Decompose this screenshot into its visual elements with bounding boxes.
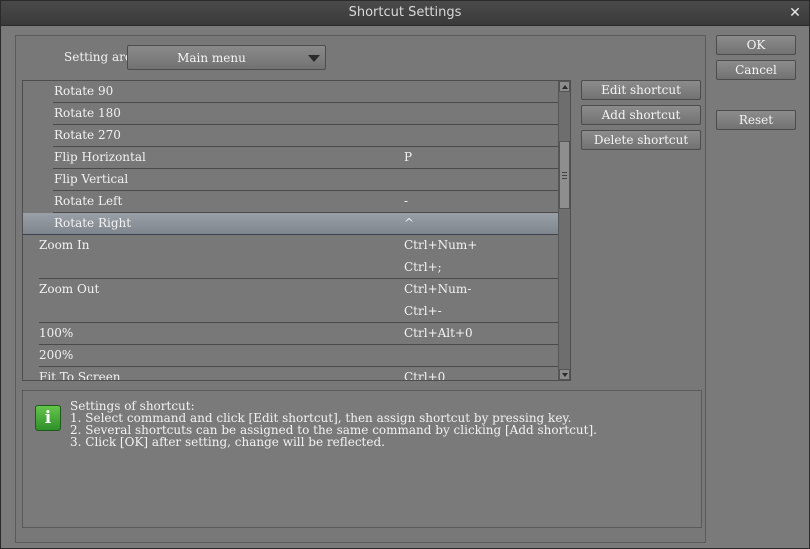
shortcut-list[interactable]: Rotate 90 Rotate 180 Rotate 270 Flip Horizo…: [22, 80, 571, 381]
setting-area-value: Main menu: [177, 51, 246, 65]
close-icon[interactable]: ✕: [787, 5, 803, 21]
table-row[interactable]: Ctrl+-: [23, 301, 559, 323]
table-row[interactable]: Flip Vertical: [23, 169, 559, 191]
shortcut-key: -: [404, 194, 409, 208]
delete-shortcut-button[interactable]: Delete shortcut: [581, 130, 701, 150]
title-bar[interactable]: Shortcut Settings ✕: [1, 1, 809, 26]
shortcut-settings-dialog: Shortcut Settings ✕ Setting area: Main m…: [0, 0, 810, 549]
scroll-down-button[interactable]: [559, 369, 570, 380]
scroll-up-button[interactable]: [559, 81, 570, 92]
table-row[interactable]: Rotate 90: [23, 81, 559, 103]
table-row[interactable]: 200%: [23, 345, 559, 367]
table-row[interactable]: Rotate Left -: [23, 191, 559, 213]
ok-button[interactable]: OK: [716, 35, 796, 55]
info-panel: i Settings of shortcut: 1. Select comman…: [22, 390, 702, 528]
dialog-title: Shortcut Settings: [348, 5, 462, 20]
info-icon: i: [35, 405, 61, 431]
table-row[interactable]: Fit To Screen Ctrl+0: [23, 367, 559, 381]
shortcut-key: Ctrl+Alt+0: [404, 326, 473, 340]
shortcut-key: ^: [404, 216, 415, 230]
shortcut-key: Ctrl+0: [404, 370, 446, 381]
reset-button[interactable]: Reset: [716, 110, 796, 130]
shortcut-key: P: [404, 150, 413, 164]
command-name: Flip Vertical: [54, 172, 129, 186]
shortcut-rows: Rotate 90 Rotate 180 Rotate 270 Flip Horizo…: [23, 81, 559, 381]
table-row[interactable]: Rotate 270: [23, 125, 559, 147]
shortcut-key: Ctrl+Num-: [404, 282, 472, 296]
command-name: Zoom Out: [39, 282, 100, 296]
command-name: Rotate 270: [54, 128, 121, 142]
edit-shortcut-button[interactable]: Edit shortcut: [581, 80, 701, 100]
shortcut-key: Ctrl+Num+: [404, 238, 478, 252]
vertical-scrollbar[interactable]: [558, 81, 570, 380]
table-row[interactable]: Zoom In Ctrl+Num+: [23, 235, 559, 257]
table-row[interactable]: Zoom Out Ctrl+Num-: [23, 279, 559, 301]
command-name: Rotate Right: [54, 216, 132, 230]
add-shortcut-button[interactable]: Add shortcut: [581, 105, 701, 125]
command-name: 200%: [39, 348, 74, 362]
arrow-up-icon: [562, 85, 568, 89]
table-row[interactable]: Rotate 180: [23, 103, 559, 125]
command-name: Rotate Left: [54, 194, 123, 208]
command-name: Zoom In: [39, 238, 90, 252]
arrow-down-icon: [562, 373, 568, 377]
cancel-button[interactable]: Cancel: [716, 60, 796, 80]
setting-area-dropdown[interactable]: Main menu: [127, 45, 326, 70]
table-row[interactable]: 100% Ctrl+Alt+0: [23, 323, 559, 345]
command-name: Rotate 90: [54, 84, 114, 98]
table-row-selected[interactable]: Rotate Right ^: [23, 213, 559, 235]
grip-icon: [562, 172, 567, 179]
info-text: Settings of shortcut: 1. Select command …: [70, 400, 597, 448]
scroll-thumb[interactable]: [559, 141, 570, 209]
command-name: Rotate 180: [54, 106, 121, 120]
command-name: Flip Horizontal: [54, 150, 146, 164]
info-line-3: 3. Click [OK] after setting, change will…: [70, 435, 385, 449]
shortcut-key: Ctrl+-: [404, 304, 442, 318]
table-row[interactable]: Ctrl+;: [23, 257, 559, 279]
command-name: Fit To Screen: [39, 370, 121, 381]
chevron-down-icon: [308, 55, 320, 62]
shortcut-key: Ctrl+;: [404, 260, 442, 274]
table-row[interactable]: Flip Horizontal P: [23, 147, 559, 169]
command-name: 100%: [39, 326, 74, 340]
